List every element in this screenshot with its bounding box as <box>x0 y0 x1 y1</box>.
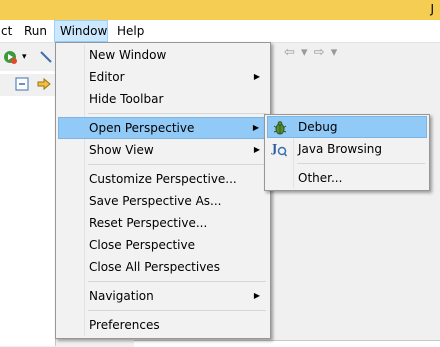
java-browsing-icon: J <box>271 141 288 157</box>
menu-item-label: Open Perspective <box>89 121 195 135</box>
title-bar: J <box>0 0 440 20</box>
menu-separator <box>88 281 266 282</box>
menu-item-open-perspective[interactable]: Open Perspective ▶ <box>58 117 268 139</box>
menu-item-label: Preferences <box>89 318 160 332</box>
menu-item-label: Other... <box>298 171 343 185</box>
menu-item-preferences[interactable]: Preferences <box>58 314 268 336</box>
debug-bug-icon <box>272 120 288 136</box>
menu-item-hide-toolbar[interactable]: Hide Toolbar <box>58 88 268 110</box>
window-menu: New Window Editor ▶ Hide Toolbar Open Pe… <box>55 42 271 339</box>
submenu-arrow-icon: ▶ <box>253 291 260 300</box>
menu-item-java-browsing[interactable]: J Java Browsing <box>267 138 427 160</box>
submenu-arrow-icon: ▶ <box>253 72 260 81</box>
menu-item-customize-perspective[interactable]: Customize Perspective... <box>58 168 268 190</box>
menu-window[interactable]: Window <box>54 20 108 42</box>
menu-item-new-window[interactable]: New Window <box>58 44 268 66</box>
open-perspective-submenu: Debug J Java Browsing Other... <box>264 114 430 191</box>
submenu-arrow-icon: ▶ <box>252 123 259 132</box>
menu-item-reset-perspective[interactable]: Reset Perspective... <box>58 212 268 234</box>
svg-text:J: J <box>271 142 277 155</box>
menu-item-label: Java Browsing <box>298 142 383 156</box>
menu-item-label: Customize Perspective... <box>89 172 237 186</box>
menu-help[interactable]: Help <box>112 20 149 42</box>
external-tools-icon[interactable] <box>38 49 54 65</box>
left-view-panel <box>0 71 56 346</box>
menu-item-label: Navigation <box>89 289 154 303</box>
menu-item-label: Show View <box>89 143 154 157</box>
menu-item-close-perspective[interactable]: Close Perspective <box>58 234 268 256</box>
menu-item-other[interactable]: Other... <box>267 167 427 189</box>
menu-separator <box>88 113 266 114</box>
menu-item-debug[interactable]: Debug <box>267 116 427 138</box>
menu-item-label: Reset Perspective... <box>89 216 208 230</box>
menu-item-label: New Window <box>89 48 167 62</box>
menu-separator <box>297 163 425 164</box>
link-with-editor-icon[interactable] <box>36 77 52 94</box>
menu-item-show-view[interactable]: Show View ▶ <box>58 139 268 161</box>
menu-run[interactable]: Run <box>19 20 52 42</box>
run-icon[interactable] <box>2 49 18 65</box>
menu-item-label: Close All Perspectives <box>89 260 220 274</box>
menu-separator <box>88 310 266 311</box>
menu-separator <box>88 164 266 165</box>
menu-item-label: Hide Toolbar <box>89 92 164 106</box>
submenu-arrow-icon: ▶ <box>253 145 260 154</box>
menu-item-label: Editor <box>89 70 125 84</box>
nav-arrows[interactable]: ⇦ ▾ ⇨ ▾ <box>284 45 338 60</box>
run-dropdown-icon[interactable]: ▾ <box>22 52 38 68</box>
collapse-all-icon[interactable] <box>15 77 29 94</box>
menu-item-label: Close Perspective <box>89 238 196 252</box>
menu-item-label: Save Perspective As... <box>89 194 222 208</box>
menu-bar: ct Run Window Help <box>0 20 440 43</box>
view-toolbar <box>0 74 56 96</box>
menu-item-close-all-perspectives[interactable]: Close All Perspectives <box>58 256 268 278</box>
menu-item-label: Debug <box>298 120 338 134</box>
menu-project[interactable]: ct <box>0 20 17 42</box>
menu-item-editor[interactable]: Editor ▶ <box>58 66 268 88</box>
menu-item-navigation[interactable]: Navigation ▶ <box>58 285 268 307</box>
window-title: J <box>430 2 434 16</box>
menu-item-save-perspective-as[interactable]: Save Perspective As... <box>58 190 268 212</box>
